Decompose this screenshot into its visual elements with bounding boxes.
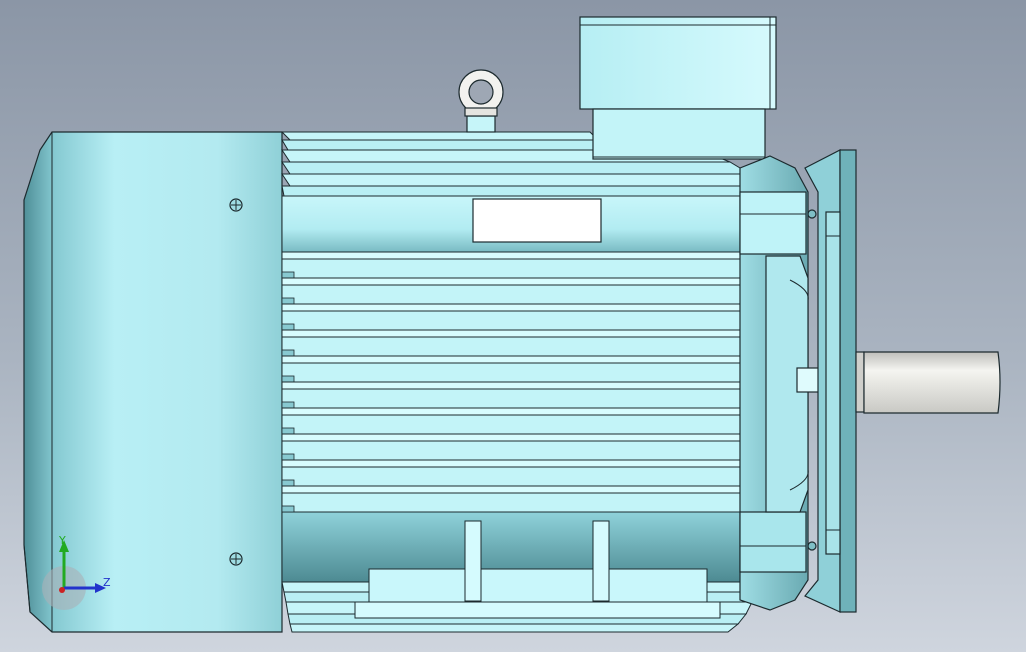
triad-y-label: Y bbox=[58, 534, 66, 547]
cooling-fin bbox=[281, 433, 757, 442]
fin-tab-left bbox=[281, 453, 295, 461]
cooling-fin bbox=[281, 329, 757, 338]
x-axis-dot bbox=[59, 587, 65, 593]
fin-tab-left bbox=[281, 401, 295, 409]
fin-tab-left bbox=[281, 479, 295, 487]
motor-shaft bbox=[855, 351, 1001, 414]
fin-tab-left bbox=[281, 427, 295, 435]
cooling-fin bbox=[281, 303, 757, 312]
triad-z-label: Z bbox=[103, 576, 111, 589]
cooling-fin bbox=[281, 485, 757, 494]
lifting-eye-bolt bbox=[458, 69, 504, 133]
fan-cover-screw-bottom bbox=[229, 552, 243, 566]
cad-viewport[interactable]: Y Z bbox=[0, 0, 1026, 652]
fin-tab-left bbox=[281, 271, 295, 279]
motor-model-view[interactable]: Y Z bbox=[0, 0, 1026, 652]
terminal-box bbox=[579, 16, 777, 160]
nameplate bbox=[472, 198, 602, 243]
fan-cover-screw-top bbox=[229, 198, 243, 212]
cooling-fin bbox=[281, 355, 757, 364]
cooling-fin bbox=[281, 277, 757, 286]
fin-tab-left bbox=[281, 375, 295, 383]
fin-tab-left bbox=[281, 349, 295, 357]
cooling-fin bbox=[281, 459, 757, 468]
fin-tab-left bbox=[281, 505, 295, 513]
fin-tab-left bbox=[281, 297, 295, 305]
fin-tab-left bbox=[281, 323, 295, 331]
cooling-fin bbox=[281, 381, 757, 390]
cooling-fin bbox=[281, 251, 757, 260]
cooling-fin bbox=[281, 407, 757, 416]
